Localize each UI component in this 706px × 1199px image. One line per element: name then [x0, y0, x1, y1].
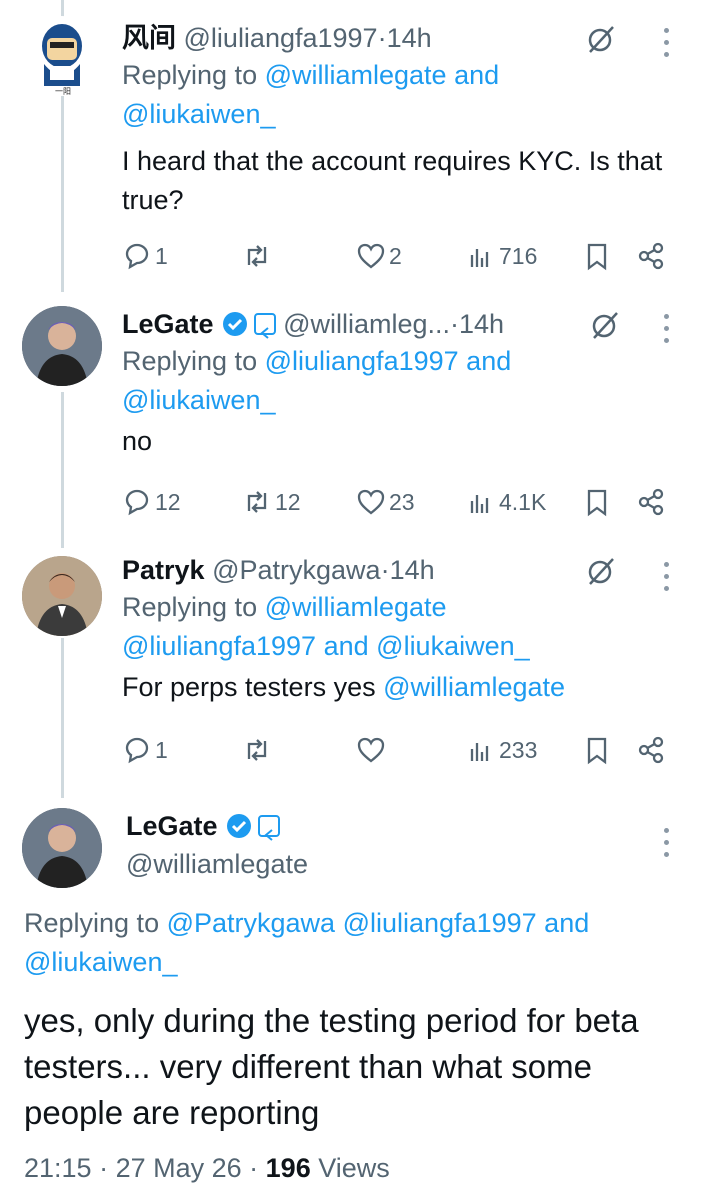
- share-icon: [638, 242, 664, 270]
- bookmark-icon: [587, 489, 607, 517]
- tweet[interactable]: LeGate @williamleg... · 14h Replying to …: [0, 290, 706, 540]
- reply-button[interactable]: 1: [122, 735, 168, 765]
- reply-icon: [125, 737, 149, 764]
- mention-link[interactable]: @Patrykgawa: [167, 908, 335, 938]
- analytics-icon: [470, 249, 489, 267]
- mention-link[interactable]: @williamlegate: [265, 592, 447, 622]
- grok-icon[interactable]: [586, 556, 616, 586]
- username[interactable]: @liuliangfa1997: [184, 20, 378, 56]
- repost-icon: [247, 739, 267, 761]
- username[interactable]: @williamleg...: [283, 306, 450, 342]
- tweet[interactable]: Patryk @Patrykgawa · 14h Replying to @wi…: [0, 540, 706, 790]
- repost-button[interactable]: [242, 735, 275, 765]
- more-options-icon[interactable]: [664, 828, 672, 864]
- repost-button[interactable]: [242, 241, 275, 271]
- verified-badge-icon: [222, 312, 247, 336]
- views-button[interactable]: 716: [466, 241, 537, 271]
- tweet-text: yes, only during the testing period for …: [24, 1002, 639, 1131]
- heart-icon: [357, 243, 385, 269]
- reply-button[interactable]: 12: [122, 487, 181, 517]
- author-header: LeGate: [126, 808, 308, 844]
- timestamp[interactable]: 14h: [390, 552, 435, 588]
- replying-to: Replying to @Patrykgawa @liuliangfa1997 …: [24, 908, 590, 977]
- heart-icon: [357, 489, 385, 515]
- timestamp[interactable]: 14h: [459, 306, 504, 342]
- display-name[interactable]: LeGate: [126, 808, 218, 844]
- avatar[interactable]: 一阳: [22, 16, 102, 96]
- views-button[interactable]: 233: [466, 735, 537, 765]
- tweet-meta: 21:15 · 27 May 26 · 196 Views: [24, 1153, 390, 1183]
- username[interactable]: @Patrykgawa: [212, 552, 380, 588]
- repost-icon: [247, 491, 267, 513]
- more-options-icon[interactable]: [664, 28, 672, 64]
- like-button[interactable]: 23: [356, 487, 415, 517]
- heart-icon: [357, 737, 385, 763]
- mention-link[interactable]: @williamlegate: [265, 60, 447, 90]
- mention-link[interactable]: @liukaiwen_: [122, 99, 275, 129]
- display-name[interactable]: Patryk: [122, 552, 205, 588]
- grok-icon[interactable]: [586, 24, 616, 54]
- tweet-text: I heard that the account requires KYC. I…: [122, 146, 663, 215]
- display-name[interactable]: 风间: [122, 20, 176, 56]
- views-button[interactable]: 4.1K: [466, 487, 546, 517]
- affiliate-badge-icon: [257, 815, 280, 841]
- mention-link[interactable]: @williamlegate: [383, 672, 565, 702]
- affiliate-badge-icon: [253, 313, 276, 339]
- mention-link[interactable]: @liukaiwen_: [376, 631, 529, 661]
- views-label: Views: [310, 1153, 390, 1183]
- mention-link[interactable]: @liuliangfa1997: [122, 631, 316, 661]
- views-count: 196: [265, 1153, 311, 1183]
- like-button[interactable]: [356, 735, 389, 765]
- share-button[interactable]: [636, 487, 666, 517]
- display-name[interactable]: LeGate: [122, 306, 214, 342]
- repost-button[interactable]: 12: [242, 487, 301, 517]
- replying-to: Replying to @liuliangfa1997 and @liukaiw…: [122, 346, 512, 415]
- mention-link[interactable]: @liuliangfa1997: [265, 346, 459, 376]
- tweet[interactable]: 一阳 风间 @liuliangfa1997 · 14h Replying to …: [0, 0, 706, 290]
- grok-icon[interactable]: [590, 310, 620, 340]
- avatar[interactable]: [22, 556, 102, 636]
- replying-to: Replying to @williamlegate @liuliangfa19…: [122, 592, 530, 661]
- tweet-text: no: [122, 426, 153, 456]
- reply-button[interactable]: 1: [122, 241, 168, 271]
- share-icon: [638, 736, 664, 764]
- bookmark-icon: [587, 243, 607, 271]
- main-tweet: LeGate @williamlegate Replying to @Patry…: [0, 800, 706, 1199]
- timestamp[interactable]: 14h: [387, 20, 432, 56]
- like-button[interactable]: 2: [356, 241, 402, 271]
- bookmark-button[interactable]: [582, 241, 612, 271]
- reply-icon: [125, 243, 149, 270]
- avatar[interactable]: [22, 306, 102, 386]
- share-icon: [638, 488, 664, 516]
- svg-text:一阳: 一阳: [55, 87, 71, 96]
- tweet-text: For perps testers yes @williamlegate: [122, 672, 566, 702]
- username[interactable]: @williamlegate: [126, 846, 308, 882]
- more-options-icon[interactable]: [664, 314, 672, 350]
- mention-link[interactable]: @liukaiwen_: [122, 385, 275, 415]
- replying-to: Replying to @williamlegate and @liukaiwe…: [122, 60, 500, 129]
- analytics-icon: [470, 743, 489, 761]
- date[interactable]: 27 May 26: [116, 1153, 242, 1183]
- analytics-icon: [470, 495, 489, 513]
- repost-icon: [247, 245, 267, 267]
- more-options-icon[interactable]: [664, 562, 672, 598]
- verified-badge-icon: [226, 814, 251, 838]
- bookmark-icon: [587, 737, 607, 765]
- bookmark-button[interactable]: [582, 487, 612, 517]
- reply-icon: [125, 489, 149, 516]
- avatar[interactable]: [22, 808, 102, 888]
- bookmark-button[interactable]: [582, 735, 612, 765]
- mention-link[interactable]: @liukaiwen_: [24, 947, 177, 977]
- timestamp[interactable]: 21:15: [24, 1153, 92, 1183]
- share-button[interactable]: [636, 241, 666, 271]
- share-button[interactable]: [636, 735, 666, 765]
- mention-link[interactable]: @liuliangfa1997: [343, 908, 537, 938]
